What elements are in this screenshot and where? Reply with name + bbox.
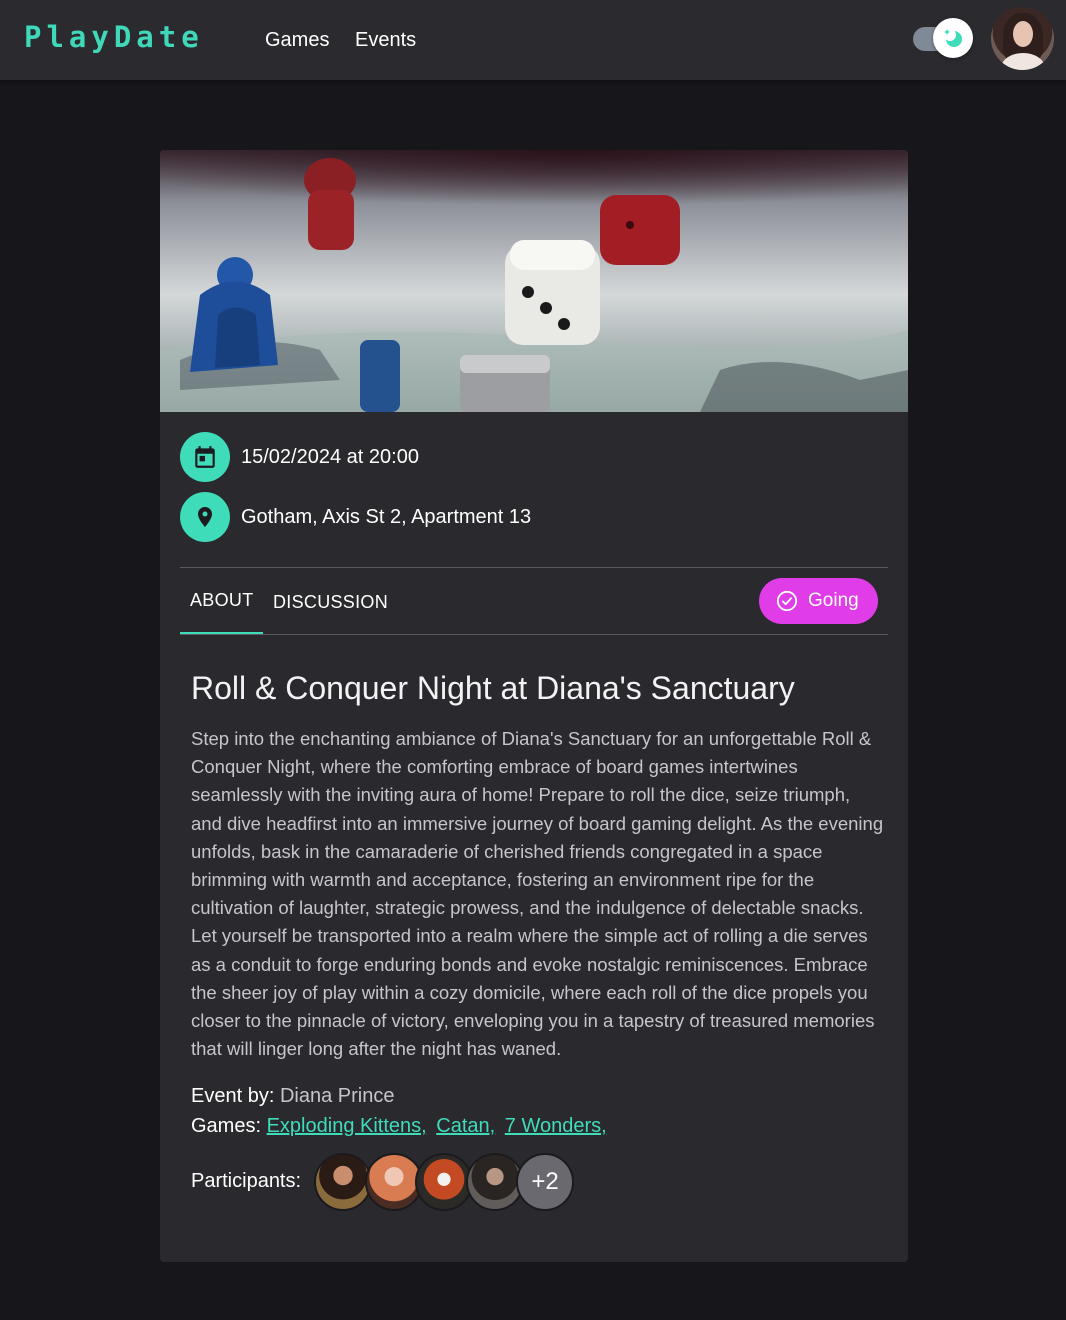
theme-toggle[interactable] <box>933 18 973 58</box>
nav-events-link[interactable]: Events <box>355 29 416 52</box>
calendar-icon <box>180 432 230 482</box>
moon-icon <box>944 29 962 47</box>
organizer-label: Event by: <box>191 1085 275 1107</box>
event-date-row: 15/02/2024 at 20:00 <box>180 432 880 482</box>
going-label: Going <box>808 590 859 611</box>
event-location-row: Gotham, Axis St 2, Apartment 13 <box>180 492 880 542</box>
participant-avatar[interactable] <box>415 1153 473 1211</box>
tabs-divider-top <box>180 567 888 568</box>
top-navbar: PlayDate Games Events <box>0 0 1066 80</box>
tab-discussion[interactable]: DISCUSSION <box>273 592 388 613</box>
going-button[interactable]: Going <box>759 578 878 624</box>
tab-about[interactable]: ABOUT <box>190 590 254 611</box>
game-link-exploding-kittens[interactable]: Exploding Kittens, <box>267 1115 427 1137</box>
map-pin-icon <box>180 492 230 542</box>
event-cover-image <box>160 150 908 412</box>
games-label: Games: <box>191 1115 262 1137</box>
tabs-divider-bottom <box>180 634 888 635</box>
game-link-catan[interactable]: Catan, <box>436 1115 495 1137</box>
event-organizer-line: Event by: Diana Prince <box>191 1085 394 1108</box>
game-link-7-wonders[interactable]: 7 Wonders, <box>505 1115 607 1137</box>
participant-avatar[interactable] <box>314 1153 372 1211</box>
nav-games-link[interactable]: Games <box>265 29 329 52</box>
event-card: 15/02/2024 at 20:00 Gotham, Axis St 2, A… <box>160 150 908 1262</box>
event-location[interactable]: Gotham, Axis St 2, Apartment 13 <box>241 506 531 529</box>
event-games-line: Games: Exploding Kittens, Catan, 7 Wonde… <box>191 1115 611 1138</box>
event-title: Roll & Conquer Night at Diana's Sanctuar… <box>191 670 795 706</box>
event-description: Step into the enchanting ambiance of Dia… <box>191 728 884 1060</box>
event-datetime: 15/02/2024 at 20:00 <box>241 446 419 468</box>
app-logo[interactable]: PlayDate <box>24 20 204 54</box>
user-avatar[interactable] <box>991 7 1054 70</box>
participants-label: Participants: <box>191 1170 302 1192</box>
check-circle-icon <box>776 590 798 612</box>
participants-more-count[interactable]: +2 <box>516 1153 574 1211</box>
organizer-name: Diana Prince <box>279 1085 395 1107</box>
